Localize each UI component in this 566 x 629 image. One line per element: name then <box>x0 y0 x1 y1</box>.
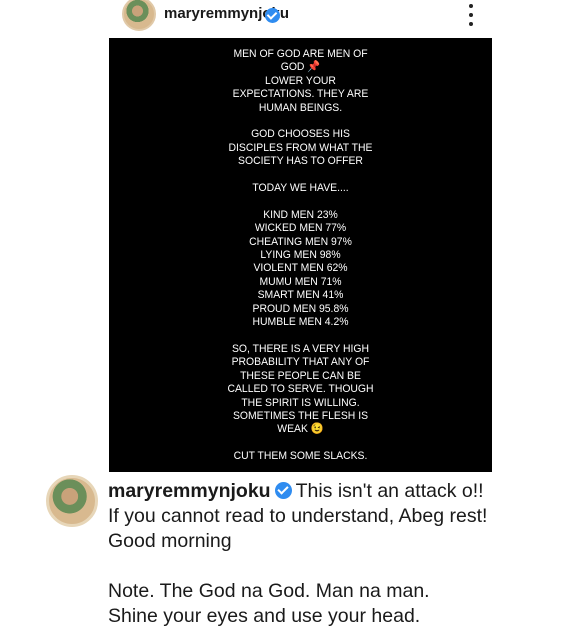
caption-comment: maryremmynjoku This isn't an attack o!! I… <box>0 474 566 627</box>
post-image-line: SOCIETY HAS TO OFFER <box>238 155 363 168</box>
post-image-line: TODAY WE HAVE.... <box>252 182 349 195</box>
text-spacer <box>109 329 492 342</box>
comment-body: maryremmynjoku This isn't an attack o!! I… <box>108 479 558 629</box>
post-image[interactable]: MEN OF GOD ARE MEN OF GOD 📌 LOWER YOUR EXPE… <box>109 38 492 472</box>
post-image-line: MUMU MEN 71% <box>259 275 342 288</box>
verified-badge-icon <box>274 481 292 499</box>
post-image-line: THESE PEOPLE CAN BE <box>240 369 361 382</box>
comment-line: If you cannot read to understand, Abeg r… <box>108 505 488 527</box>
text-spacer <box>109 437 492 450</box>
post-image-line: CHEATING MEN 97% <box>249 235 352 248</box>
post-image-line: WEAK 😉 <box>277 423 324 436</box>
post-image-line: GOD 📌 <box>280 61 321 74</box>
post-image-line: MEN OF GOD ARE MEN OF <box>233 48 368 60</box>
post-image-line: PROBABILITY THAT ANY OF <box>231 356 370 369</box>
verified-badge-icon <box>265 8 280 23</box>
comment-line: Good morning <box>108 530 232 552</box>
post-image-line: VIOLENT MEN 62% <box>253 262 348 275</box>
post-image-line: CALLED TO SERVE. THOUGH <box>227 383 374 396</box>
comment-line: Shine your eyes and use your head. <box>108 605 421 627</box>
post-image-text: MEN OF GOD ARE MEN OF GOD 📌 LOWER YOUR EXPE… <box>109 48 492 464</box>
text-spacer <box>109 115 492 128</box>
post-image-line: CUT THEM SOME SLACKS. <box>233 450 368 463</box>
post-image-line: HUMBLE MEN 4.2% <box>252 316 349 329</box>
post-image-line: KIND MEN 23% <box>263 208 338 221</box>
post-image-line: SO, THERE IS A VERY HIGH <box>231 342 370 355</box>
post-image-line: DISCIPLES FROM WHAT THE <box>228 141 373 154</box>
comment-line: Note. The God na God. Man na man. <box>108 580 430 602</box>
post-image-line: LYING MEN 98% <box>260 249 341 262</box>
post-image-line: WICKED MEN 77% <box>254 222 347 235</box>
comment-spacer <box>108 554 558 579</box>
post-image-line: THE SPIRIT IS WILLING. <box>241 396 360 409</box>
post-image-line: GOD CHOOSES HIS <box>251 128 350 141</box>
text-spacer <box>109 195 492 208</box>
text-spacer <box>109 169 492 182</box>
more-options-icon[interactable] <box>465 4 477 26</box>
comment-avatar[interactable] <box>46 475 98 527</box>
comment-text-start: This isn't an attack o!! <box>295 480 484 502</box>
post-image-line: EXPECTATIONS. THEY ARE <box>232 88 369 101</box>
profile-avatar[interactable] <box>122 0 156 31</box>
comment-username[interactable]: maryremmynjoku <box>108 480 271 502</box>
post-image-line: SMART MEN 41% <box>257 289 344 302</box>
post-image-line: HUMAN BEINGS. <box>258 101 343 114</box>
post-header: maryremmynjoku <box>0 0 566 36</box>
post-image-line: LOWER YOUR <box>265 74 336 87</box>
post-image-line: PROUD MEN 95.8% <box>252 302 349 315</box>
comment-first-line: maryremmynjoku This isn't an attack o!! <box>108 479 558 504</box>
post-image-line: SOMETIMES THE FLESH IS <box>232 409 369 422</box>
